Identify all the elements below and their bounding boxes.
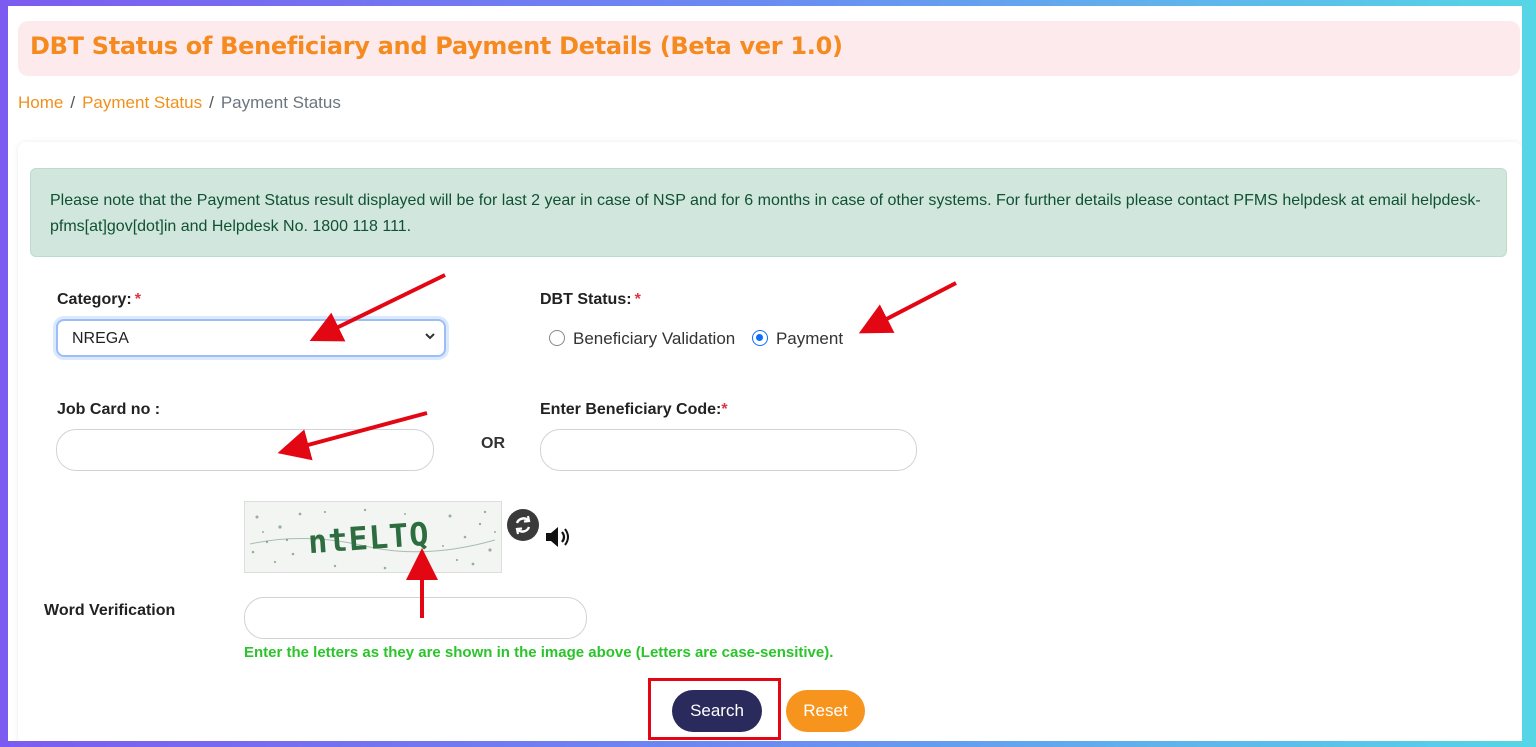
page-frame: DBT Status of Beneficiary and Payment De… bbox=[8, 6, 1522, 741]
breadcrumb: Home / Payment Status / Payment Status bbox=[18, 93, 341, 113]
page-title: DBT Status of Beneficiary and Payment De… bbox=[30, 32, 843, 60]
breadcrumb-current: Payment Status bbox=[220, 93, 341, 112]
beneficiary-code-label-text: Enter Beneficiary Code: bbox=[540, 401, 722, 418]
search-highlight-box bbox=[648, 678, 781, 740]
reset-button[interactable]: Reset bbox=[786, 690, 865, 732]
speaker-icon[interactable] bbox=[543, 523, 573, 551]
breadcrumb-home[interactable]: Home bbox=[18, 93, 63, 112]
or-separator: OR bbox=[481, 435, 505, 452]
chevron-down-icon bbox=[424, 329, 436, 345]
radio-beneficiary-validation-label[interactable]: Beneficiary Validation bbox=[573, 329, 735, 348]
breadcrumb-payment-status[interactable]: Payment Status bbox=[82, 93, 202, 112]
required-mark: * bbox=[134, 291, 141, 308]
breadcrumb-separator: / bbox=[70, 93, 76, 112]
job-card-input[interactable] bbox=[56, 429, 434, 471]
word-verification-input[interactable] bbox=[244, 597, 587, 639]
word-verification-label: Word Verification bbox=[44, 602, 176, 619]
radio-beneficiary-validation[interactable] bbox=[549, 330, 565, 346]
refresh-icon[interactable] bbox=[507, 509, 539, 541]
dbt-status-label-text: DBT Status: bbox=[540, 291, 632, 308]
title-bar: DBT Status of Beneficiary and Payment De… bbox=[18, 21, 1520, 76]
category-selected-value: NREGA bbox=[72, 330, 129, 347]
required-mark: * bbox=[634, 291, 641, 308]
radio-payment[interactable] bbox=[751, 330, 768, 346]
captcha-image: ntELTQ bbox=[244, 501, 502, 573]
beneficiary-code-input[interactable] bbox=[540, 429, 917, 471]
required-mark: * bbox=[721, 401, 728, 418]
category-select[interactable]: NREGA bbox=[56, 319, 446, 357]
radio-payment-label[interactable]: Payment bbox=[776, 329, 843, 348]
captcha-hint: Enter the letters as they are shown in t… bbox=[244, 644, 834, 661]
dbt-status-label: DBT Status: * bbox=[540, 291, 641, 309]
dbt-status-radio-group: Beneficiary Validation Payment bbox=[549, 329, 855, 349]
category-label: Category: * bbox=[57, 291, 141, 309]
job-card-label: Job Card no : bbox=[57, 401, 161, 418]
beneficiary-code-label: Enter Beneficiary Code:* bbox=[540, 401, 728, 419]
info-notice: Please note that the Payment Status resu… bbox=[30, 168, 1507, 257]
category-label-text: Category: bbox=[57, 291, 132, 308]
breadcrumb-separator: / bbox=[209, 93, 214, 112]
